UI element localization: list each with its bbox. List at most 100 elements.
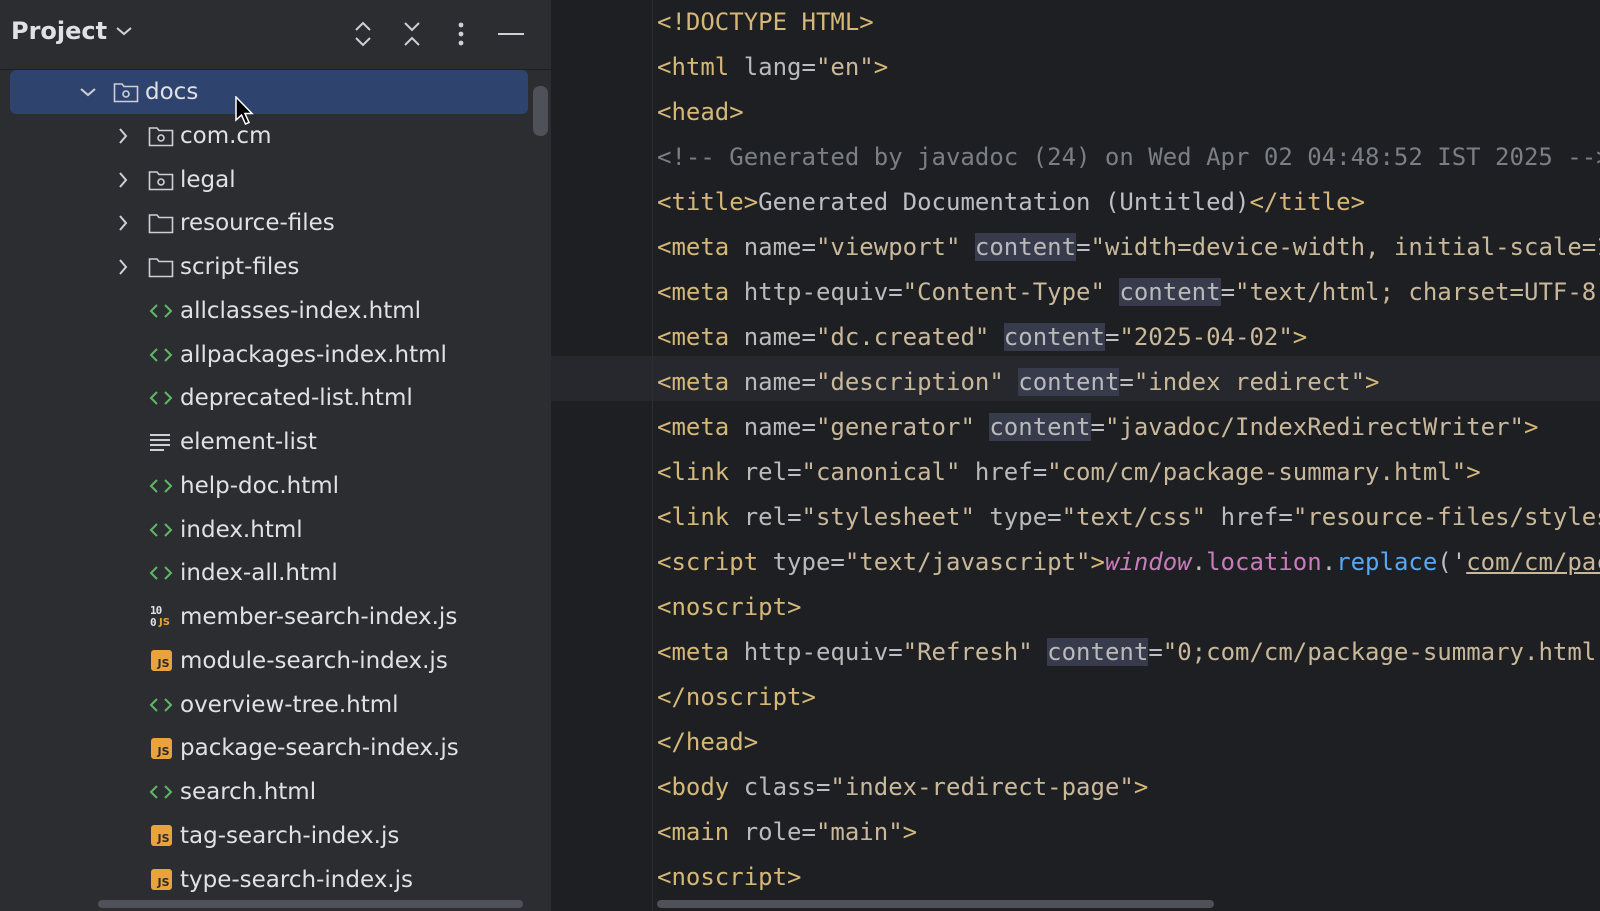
tree-item-resource-files[interactable]: resource-files bbox=[10, 201, 528, 245]
project-tree[interactable]: docs com.cm legal resource-files script-file… bbox=[0, 70, 535, 911]
code-token: com/cm/package-summary.html bbox=[1466, 548, 1600, 576]
html-file-icon bbox=[147, 299, 175, 323]
package-folder-icon bbox=[148, 126, 174, 147]
code-token: </head> bbox=[657, 728, 759, 756]
code-line[interactable]: <meta http-equiv="Refresh" content="0;co… bbox=[657, 630, 1600, 675]
code-editor[interactable]: <!DOCTYPE HTML> <html lang="en"> <head> <!-… bbox=[551, 0, 1600, 911]
tree-item-label: package-search-index.js bbox=[180, 735, 459, 762]
code-token: http-equiv bbox=[743, 638, 889, 666]
code-token: rel bbox=[743, 458, 788, 486]
code-line[interactable]: <link rel="canonical" href="com/cm/packa… bbox=[657, 450, 1481, 495]
code-token: = bbox=[1047, 503, 1062, 531]
more-vertical-icon bbox=[458, 22, 464, 46]
code-token: Generated Documentation (Untitled) bbox=[758, 188, 1250, 216]
html-file-icon bbox=[147, 561, 175, 585]
code-token: > bbox=[1365, 368, 1380, 396]
tree-item-label: allpackages-index.html bbox=[180, 341, 447, 368]
code-token: "text/html; charset=UTF-8" bbox=[1235, 278, 1600, 306]
code-token: = bbox=[1119, 368, 1134, 396]
tree-item-search-html[interactable]: search.html bbox=[10, 770, 528, 814]
code-line[interactable]: <meta name="generator" content="javadoc/… bbox=[657, 405, 1538, 450]
folder-icon bbox=[148, 258, 174, 278]
code-line[interactable]: <script type="text/javascript">window.lo… bbox=[657, 540, 1600, 585]
vertical-scrollbar[interactable] bbox=[533, 86, 548, 136]
project-view-selector[interactable]: Project bbox=[11, 17, 133, 45]
tree-item-element-list[interactable]: element-list bbox=[10, 420, 528, 464]
html-file-icon bbox=[149, 697, 173, 712]
options-button[interactable] bbox=[443, 16, 479, 52]
code-token: content bbox=[989, 413, 1091, 441]
tree-item-package-search-index-js[interactable]: JS package-search-index.js bbox=[10, 726, 528, 770]
tree-item-overview-tree-html[interactable]: overview-tree.html bbox=[10, 683, 528, 727]
code-token: = bbox=[801, 413, 816, 441]
tree-item-index-all-html[interactable]: index-all.html bbox=[10, 551, 528, 595]
tree-item-label: search.html bbox=[180, 779, 317, 805]
code-line[interactable]: <meta name="dc.created" content="2025-04… bbox=[657, 315, 1307, 360]
code-token: type bbox=[989, 503, 1048, 531]
code-token: <!DOCTYPE HTML> bbox=[657, 8, 874, 36]
expand-chevron[interactable] bbox=[113, 213, 133, 233]
expand-chevron[interactable] bbox=[113, 126, 133, 146]
code-token: "index redirect" bbox=[1133, 368, 1366, 396]
code-line[interactable]: <noscript> bbox=[657, 855, 802, 900]
tree-item-label: resource-files bbox=[180, 210, 335, 237]
tree-item-member-search-index-js[interactable]: 10 0 JS member-search-index.js bbox=[10, 595, 528, 639]
collapse-all-button[interactable] bbox=[394, 16, 430, 52]
code-line[interactable]: <!DOCTYPE HTML> bbox=[657, 0, 874, 45]
code-token: > bbox=[1133, 773, 1149, 801]
code-line[interactable]: <main role="main"> bbox=[657, 810, 917, 855]
hide-panel-button[interactable] bbox=[493, 16, 529, 52]
code-line[interactable]: <title>Generated Documentation (Untitled… bbox=[657, 180, 1365, 225]
code-line[interactable]: <html lang="en"> bbox=[657, 45, 888, 90]
tree-item-module-search-index-js[interactable]: JS module-search-index.js bbox=[10, 639, 528, 683]
code-line[interactable]: <noscript> bbox=[657, 585, 802, 630]
editor-horizontal-scrollbar[interactable] bbox=[657, 900, 1214, 908]
html-file-icon bbox=[147, 693, 175, 717]
code-line[interactable]: <meta name="viewport" content="width=dev… bbox=[657, 225, 1600, 270]
code-token: = bbox=[1076, 233, 1091, 261]
code-token: > bbox=[1466, 458, 1481, 486]
code-line[interactable]: <body class="index-redirect-page"> bbox=[657, 765, 1148, 810]
chevron-down-icon bbox=[80, 88, 96, 97]
code-token: location bbox=[1206, 548, 1322, 576]
tree-item-type-search-index-js[interactable]: JS type-search-index.js bbox=[10, 858, 528, 902]
tree-item-allclasses-index-html[interactable]: allclasses-index.html bbox=[10, 289, 528, 333]
code-line[interactable]: <link rel="stylesheet" type="text/css" h… bbox=[657, 495, 1600, 540]
expand-chevron[interactable] bbox=[113, 170, 133, 190]
code-token: <noscript> bbox=[657, 863, 802, 891]
tree-item-docs[interactable]: docs bbox=[10, 70, 528, 114]
expand-chevron[interactable] bbox=[113, 257, 133, 277]
html-file-icon bbox=[147, 343, 175, 367]
horizontal-scrollbar[interactable] bbox=[98, 900, 523, 908]
collapse-chevron[interactable] bbox=[78, 82, 98, 102]
tree-item-label: element-list bbox=[180, 429, 317, 455]
tree-item-allpackages-index-html[interactable]: allpackages-index.html bbox=[10, 333, 528, 377]
code-line[interactable]: <!-- Generated by javadoc (24) on Wed Ap… bbox=[657, 135, 1600, 180]
project-tool-window: Project docs com.cm legal resource-files scr… bbox=[0, 0, 551, 911]
code-line[interactable]: </noscript> bbox=[657, 675, 816, 720]
tree-item-tag-search-index-js[interactable]: JS tag-search-index.js bbox=[10, 814, 528, 858]
tree-item-help-doc-html[interactable]: help-doc.html bbox=[10, 464, 528, 508]
code-line[interactable]: <head> bbox=[657, 90, 744, 135]
code-token: href bbox=[974, 458, 1033, 486]
minimize-icon bbox=[498, 33, 524, 35]
code-token: "stylesheet" bbox=[801, 503, 990, 531]
code-token: = bbox=[787, 458, 802, 486]
tree-item-legal[interactable]: legal bbox=[10, 158, 528, 202]
code-line[interactable]: <meta name="description" content="index … bbox=[657, 360, 1380, 405]
tree-item-com-cm[interactable]: com.cm bbox=[10, 114, 528, 158]
tree-item-script-files[interactable]: script-files bbox=[10, 245, 528, 289]
code-token: = bbox=[830, 548, 845, 576]
tree-item-index-html[interactable]: index.html bbox=[10, 508, 528, 552]
tree-item-deprecated-list-html[interactable]: deprecated-list.html bbox=[10, 376, 528, 420]
code-token: > bbox=[902, 818, 918, 846]
code-line[interactable]: <meta http-equiv="Content-Type" content=… bbox=[657, 270, 1600, 315]
package-folder-icon bbox=[113, 83, 139, 103]
code-token: "width=device-width, initial-scale=1" bbox=[1090, 233, 1600, 261]
js-badge: JS bbox=[150, 737, 172, 759]
code-line[interactable]: </head> bbox=[657, 720, 758, 765]
expand-all-button[interactable] bbox=[345, 16, 381, 52]
code-token: </noscript> bbox=[657, 683, 816, 711]
code-token: href bbox=[1220, 503, 1279, 531]
code-token: = bbox=[888, 278, 903, 306]
